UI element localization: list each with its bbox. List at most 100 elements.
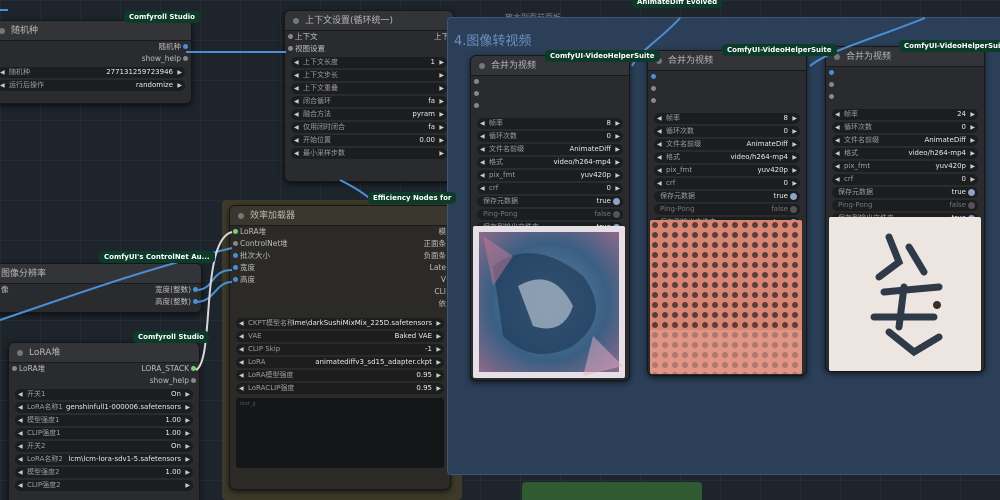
increment-icon[interactable]: ▶ <box>970 122 975 133</box>
collapse-dot[interactable] <box>479 63 485 69</box>
decrement-icon[interactable]: ◀ <box>18 454 23 465</box>
increment-icon[interactable]: ▶ <box>792 178 797 189</box>
efficiency-widget[interactable]: ◀ VAE Baked VAE ▶ <box>236 331 444 342</box>
decrement-icon[interactable]: ◀ <box>480 118 485 129</box>
output-show-help[interactable]: show_help <box>0 53 191 65</box>
context-widget[interactable]: ◀ 最小采样步数 ▶ <box>291 148 447 159</box>
toggle-icon[interactable] <box>968 202 975 209</box>
decrement-icon[interactable]: ◀ <box>835 135 840 146</box>
input-images[interactable] <box>826 67 984 79</box>
input-pin[interactable] <box>829 94 834 99</box>
decrement-icon[interactable]: ◀ <box>835 122 840 133</box>
lora-widget[interactable]: ◀ CLIP强度1 1.00 ▶ <box>15 428 193 439</box>
input-pin[interactable] <box>12 366 17 371</box>
input-pin[interactable] <box>474 103 479 108</box>
decrement-icon[interactable]: ◀ <box>239 357 244 368</box>
input-pin[interactable] <box>829 82 834 87</box>
decrement-icon[interactable]: ◀ <box>294 83 299 94</box>
increment-icon[interactable]: ▶ <box>436 331 441 342</box>
efficiency-widget[interactable]: ◀ CKPT模型名称 ime\darkSushiMixMix_225D.safe… <box>236 318 444 329</box>
decrement-icon[interactable]: ◀ <box>480 170 485 181</box>
efficiency-loader-node[interactable]: 效率加载器 LoRA堆 模 ControlNet堆 正面条 批次大小 负面条 宽… <box>229 205 451 490</box>
input-pin[interactable] <box>651 98 656 103</box>
decrement-icon[interactable]: ◀ <box>294 122 299 133</box>
input-context[interactable]: 上下文 上下 <box>285 31 453 43</box>
collapse-dot[interactable] <box>238 213 244 219</box>
lora-widget[interactable]: ◀ 模型强度2 1.00 ▶ <box>15 467 193 478</box>
decrement-icon[interactable]: ◀ <box>657 152 662 163</box>
context-widget[interactable]: ◀ 闭合循环 fa ▶ <box>291 96 447 107</box>
node-canvas[interactable]: 随机种 随机种 show_help ◀ 随机种 277131259723946 ▶ ◀… <box>0 0 1000 500</box>
increment-icon[interactable]: ▶ <box>185 402 190 413</box>
input-meta[interactable] <box>826 91 984 103</box>
after-run-widget[interactable]: ◀ 运行后操作 randomize ▶ <box>0 80 185 91</box>
toggle-icon[interactable] <box>790 206 797 213</box>
node-title[interactable]: LoRA堆 <box>9 343 199 363</box>
video-widget[interactable]: ◀ crf 0 ▶ <box>832 174 978 185</box>
toggle-icon[interactable] <box>613 198 620 205</box>
toggle-icon[interactable] <box>790 193 797 200</box>
efficiency-widget[interactable]: ◀ LoRA animatediffv3_sd15_adapter.ckpt ▶ <box>236 357 444 368</box>
image-resolution-node[interactable]: 图像分辨率 像 宽度(整数) 高度(整数) <box>0 263 202 313</box>
lora-stack-node[interactable]: LoRA堆 LoRA堆 LORA_STACK show_help ◀ 开关1 On… <box>8 342 200 500</box>
node-title[interactable]: 上下文设置(循环统一) <box>285 11 453 31</box>
toggle-widget[interactable]: Ping-Pong false <box>832 200 978 211</box>
decrement-icon[interactable]: ◀ <box>294 109 299 120</box>
video-widget[interactable]: ◀ 帧率 8 ▶ <box>654 113 800 124</box>
input-images[interactable] <box>648 71 806 83</box>
increment-icon[interactable]: ▶ <box>615 183 620 194</box>
io-row[interactable]: 高度 V <box>230 274 450 286</box>
increment-icon[interactable]: ▶ <box>970 161 975 172</box>
decrement-icon[interactable]: ◀ <box>239 331 244 342</box>
decrement-icon[interactable]: ◀ <box>835 161 840 172</box>
increment-icon[interactable]: ▶ <box>185 428 190 439</box>
input-lora-stack[interactable]: LoRA堆 LORA_STACK <box>9 363 199 375</box>
decrement-icon[interactable]: ◀ <box>18 480 23 491</box>
input-pin[interactable] <box>474 91 479 96</box>
output-pin[interactable] <box>191 366 196 371</box>
lora-widget[interactable]: ◀ 开关1 On ▶ <box>15 389 193 400</box>
seed-node[interactable]: 随机种 随机种 show_help ◀ 随机种 277131259723946 ▶ ◀… <box>0 20 192 104</box>
context-widget[interactable]: ◀ 融合方法 pyram ▶ <box>291 109 447 120</box>
lora-widget[interactable]: ◀ CLIP强度2 ▶ <box>15 480 193 491</box>
increment-icon[interactable]: ▶ <box>185 467 190 478</box>
video-widget[interactable]: ◀ 循环次数 0 ▶ <box>477 131 623 142</box>
output-width[interactable]: 像 宽度(整数) <box>0 284 201 296</box>
video-widget[interactable]: ◀ pix_fmt yuv420p ▶ <box>477 170 623 181</box>
input-pin[interactable] <box>288 34 293 39</box>
increment-icon[interactable]: ▶ <box>185 480 190 491</box>
decrement-icon[interactable]: ◀ <box>239 344 244 355</box>
node-title[interactable]: 随机种 <box>0 21 191 41</box>
increment-icon[interactable]: ▶ <box>185 454 190 465</box>
decrement-icon[interactable]: ◀ <box>18 441 23 452</box>
video-widget[interactable]: ◀ pix_fmt yuv420p ▶ <box>654 165 800 176</box>
input-pin[interactable] <box>651 86 656 91</box>
increment-icon[interactable]: ▶ <box>436 357 441 368</box>
decrement-icon[interactable]: ◀ <box>239 383 244 394</box>
increment-icon[interactable]: ▶ <box>615 118 620 129</box>
decrement-icon[interactable]: ◀ <box>657 139 662 150</box>
context-options-node[interactable]: 上下文设置(循环统一) 上下文 上下 视图设置 ◀ 上下文长度 1 ▶ ◀ 上下文… <box>284 10 454 182</box>
decrement-icon[interactable]: ◀ <box>835 174 840 185</box>
efficiency-widget[interactable]: ◀ LoRA模型强度 0.95 ▶ <box>236 370 444 381</box>
decrement-icon[interactable]: ◀ <box>18 402 23 413</box>
increment-icon[interactable]: ▶ <box>177 67 182 78</box>
lora-widget[interactable]: ◀ 模型强度1 1.00 ▶ <box>15 415 193 426</box>
video-widget[interactable]: ◀ 帧率 8 ▶ <box>477 118 623 129</box>
toggle-widget[interactable]: 保存元数据 true <box>832 187 978 198</box>
increment-icon[interactable]: ▶ <box>177 80 182 91</box>
video-preview-1[interactable] <box>473 226 625 378</box>
prompt-textarea[interactable]: text_g <box>236 398 444 468</box>
collapse-dot[interactable] <box>17 350 23 356</box>
video-widget[interactable]: ◀ 文件名前缀 AnimateDiff ▶ <box>477 144 623 155</box>
increment-icon[interactable]: ▶ <box>439 122 444 133</box>
video-widget[interactable]: ◀ 帧率 24 ▶ <box>832 109 978 120</box>
context-widget[interactable]: ◀ 仅用闭时闭合 fa ▶ <box>291 122 447 133</box>
toggle-widget[interactable]: 保存元数据 true <box>654 191 800 202</box>
io-row[interactable]: LoRA堆 模 <box>230 226 450 238</box>
input-pin[interactable] <box>288 46 293 51</box>
decrement-icon[interactable]: ◀ <box>18 428 23 439</box>
toggle-icon[interactable] <box>968 189 975 196</box>
video-preview-2[interactable] <box>650 220 802 374</box>
decrement-icon[interactable]: ◀ <box>835 109 840 120</box>
